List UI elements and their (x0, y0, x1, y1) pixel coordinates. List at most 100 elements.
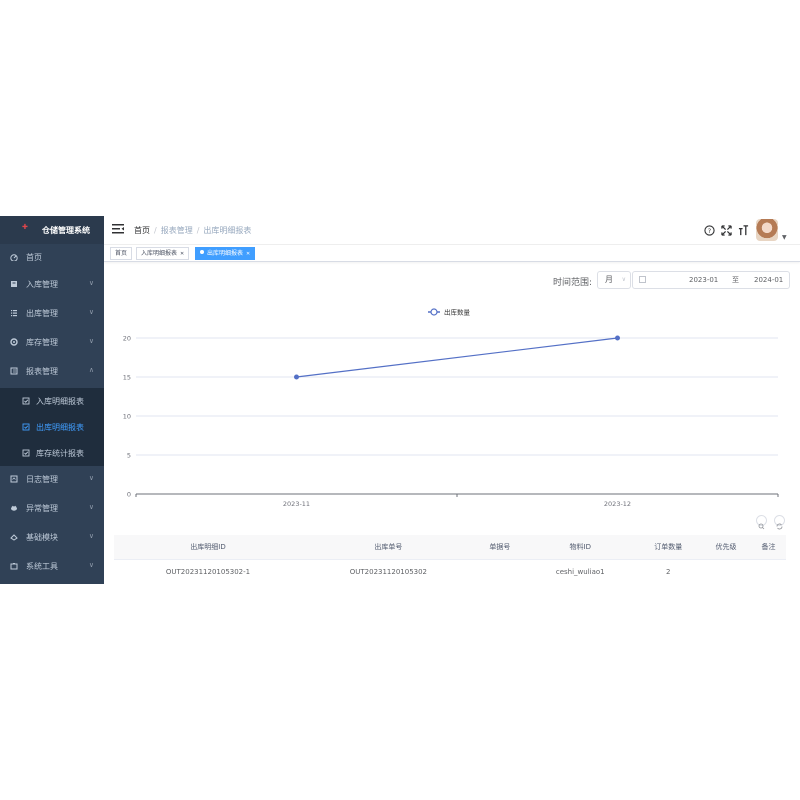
table-cell (751, 559, 786, 584)
sidebar-item[interactable]: 首页 (0, 244, 104, 270)
y-tick-label: 20 (123, 335, 131, 343)
y-tick-label: 15 (123, 374, 131, 382)
sidebar-item-label: 出库明细报表 (36, 423, 84, 432)
app-window: ✚ 仓储管理系统 首页 入库管理 ∨ 出库管理 ∨ 库存管理 ∨ 报表管理 ∧ 入库明细报表 出库明… (0, 216, 800, 584)
outbound-detail-table: 出库明细ID 出库单号 单据号 物料ID 订单数量 优先级 备注 OUT2023112010… (114, 535, 786, 584)
font-size-icon[interactable] (738, 225, 749, 236)
table-cell (474, 559, 525, 584)
legend-marker (430, 308, 438, 316)
y-tick-label: 0 (127, 491, 131, 499)
close-icon[interactable]: ✕ (180, 251, 184, 257)
column-header: 单据号 (474, 535, 525, 560)
y-tick-label: 5 (127, 452, 131, 460)
sidebar-item[interactable]: 报表管理 ∧ (0, 358, 104, 384)
help-icon[interactable]: ? (704, 225, 715, 236)
list-icon (11, 310, 17, 317)
chevron-down-icon: ∨ (88, 503, 94, 511)
user-avatar[interactable] (756, 219, 778, 241)
bug-icon (11, 505, 17, 511)
sidebar-item-label: 首页 (26, 253, 42, 262)
sidebar-item-label: 基础模块 (26, 533, 58, 542)
column-header: 出库单号 (302, 535, 475, 560)
table-cell: ceshi_wuliao1 (524, 559, 636, 584)
svg-text:?: ? (708, 227, 711, 235)
column-header: 物料ID (524, 535, 636, 560)
sidebar-item[interactable]: 系统工具 ∨ (0, 553, 104, 579)
sidebar-item-label: 入库明细报表 (36, 397, 84, 406)
module-icon (10, 534, 18, 541)
sidebar: ✚ 仓储管理系统 首页 入库管理 ∨ 出库管理 ∨ 库存管理 ∨ 报表管理 ∧ 入库明细报表 出库明… (0, 216, 104, 584)
column-header: 备注 (751, 535, 786, 560)
inbound-icon (11, 281, 17, 287)
end-date[interactable]: 2024-01 (754, 272, 783, 288)
search-toggle-button[interactable] (756, 515, 767, 530)
sidebar-item[interactable]: 库存管理 ∨ (0, 329, 104, 355)
sidebar-item-label: 库存管理 (26, 338, 58, 347)
checkbox-icon (22, 423, 30, 431)
time-range-label: 时间范围: (553, 278, 593, 288)
sidebar-item-label: 异常管理 (26, 504, 58, 513)
tag-label: 首页 (115, 250, 128, 257)
stock-icon (10, 338, 18, 346)
chevron-down-icon: ∨ (88, 337, 94, 345)
sidebar-item[interactable]: 出库管理 ∨ (0, 300, 104, 326)
log-icon (10, 475, 18, 483)
x-tick-label: 2023-12 (604, 500, 631, 508)
breadcrumb-current: 出库明细报表 (203, 226, 252, 235)
chevron-down-icon: ∨ (88, 561, 94, 569)
unit-value: 月 (605, 275, 613, 284)
tag-outbound-report[interactable]: 出库明细报表 ✕ (195, 247, 256, 260)
legend-label: 出库数量 (444, 308, 471, 317)
breadcrumb: 首页 / 报表管理 / 出库明细报表 (134, 226, 252, 235)
sidebar-item[interactable]: 基础模块 ∨ (0, 524, 104, 550)
sidebar-item-label: 库存统计报表 (36, 449, 84, 458)
table-toolbar (756, 515, 788, 530)
caret-down-icon[interactable]: ▼ (782, 234, 787, 241)
chevron-down-icon: ∨ (621, 276, 626, 283)
start-date[interactable]: 2023-01 (689, 272, 718, 288)
column-header: 订单数量 (635, 535, 701, 560)
refresh-icon (776, 523, 783, 530)
tag-label: 出库明细报表 (207, 250, 244, 257)
column-header: 优先级 (700, 535, 752, 560)
tag-inbound-report[interactable]: 入库明细报表 ✕ (136, 247, 190, 260)
table-cell: OUT20231120105302 (302, 559, 475, 584)
unit-select[interactable]: 月 ∨ (597, 271, 631, 289)
sidebar-item[interactable]: 入库管理 ∨ (0, 271, 104, 297)
chevron-down-icon: ∨ (88, 474, 94, 482)
sidebar-item[interactable]: 入库明细报表 (0, 388, 104, 414)
tag-home[interactable]: 首页 (110, 247, 133, 260)
sidebar-item-label: 入库管理 (26, 280, 58, 289)
data-point (294, 374, 299, 380)
table-row[interactable]: OUT20231120105302-1 OUT20231120105302 cesh… (114, 559, 786, 584)
table-cell: OUT20231120105302-1 (114, 559, 302, 584)
report-icon (10, 367, 18, 375)
breadcrumb-home[interactable]: 首页 (134, 226, 150, 235)
y-tick-label: 10 (123, 413, 131, 421)
logo-row: ✚ 仓储管理系统 (0, 216, 104, 244)
chevron-down-icon: ∨ (88, 308, 94, 316)
navbar-tools: ? ▼ (704, 219, 788, 241)
navbar: 首页 / 报表管理 / 出库明细报表 ? ▼ (104, 216, 800, 245)
checkbox-icon (22, 397, 30, 405)
refresh-button[interactable] (774, 515, 785, 530)
sidebar-item[interactable]: 日志管理 ∨ (0, 466, 104, 492)
sidebar-item[interactable]: 出库明细报表 (0, 414, 104, 440)
tool-icon (10, 563, 18, 570)
tags-view: 首页 入库明细报表 ✕ 出库明细报表 ✕ (104, 245, 800, 262)
table-body: OUT20231120105302-1 OUT20231120105302 cesh… (114, 559, 786, 584)
search-icon (758, 523, 765, 530)
table-cell: 2 (635, 559, 701, 584)
hamburger-icon[interactable] (112, 224, 124, 234)
active-dot (200, 250, 204, 254)
sidebar-item[interactable]: 库存统计报表 (0, 440, 104, 466)
chevron-up-icon: ∧ (88, 366, 94, 374)
sidebar-item-label: 报表管理 (26, 367, 58, 376)
close-icon[interactable]: ✕ (246, 251, 250, 257)
main-content: 时间范围: 月 ∨ 2023-01 至 2024-01 0 5 10 15 20 2023… (104, 262, 800, 584)
series-line (296, 337, 618, 378)
sidebar-item[interactable]: 异常管理 ∨ (0, 495, 104, 521)
fullscreen-icon[interactable] (721, 225, 732, 236)
chevron-down-icon: ∨ (88, 279, 94, 287)
date-range-picker[interactable]: 2023-01 至 2024-01 (632, 271, 790, 289)
